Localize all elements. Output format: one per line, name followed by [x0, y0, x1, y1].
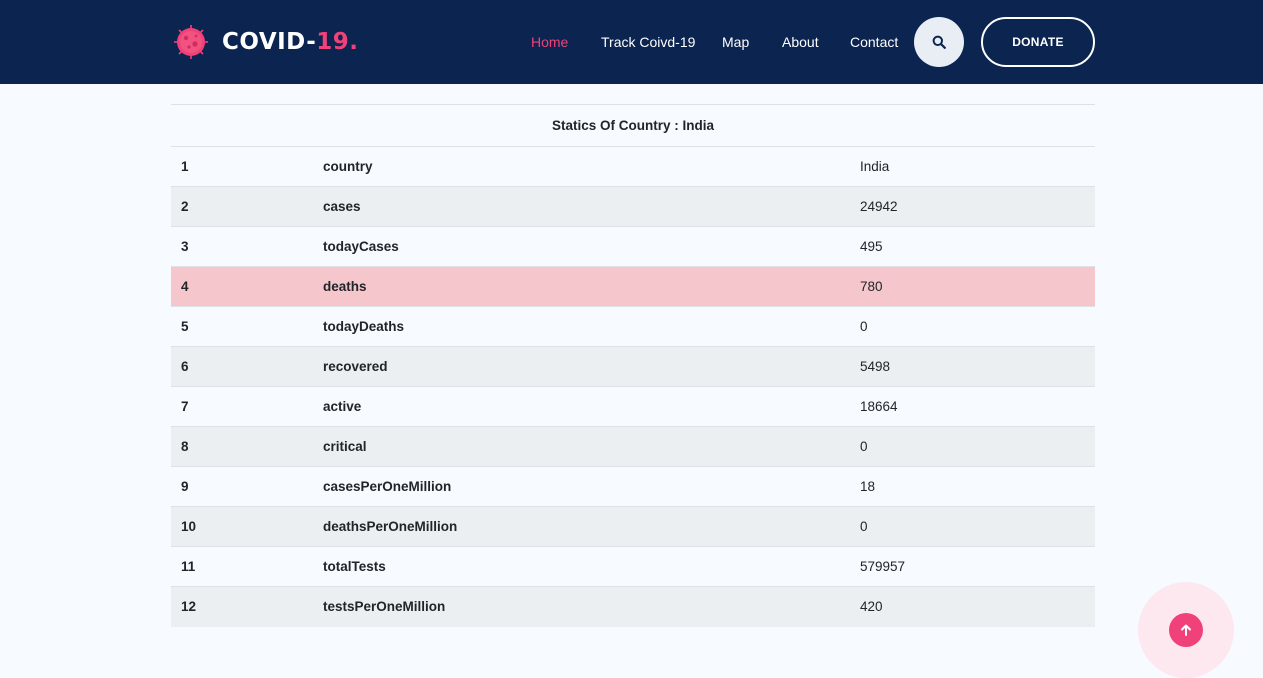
row-key: todayCases — [313, 226, 850, 267]
row-key: todayDeaths — [313, 306, 850, 347]
arrow-up-icon — [1181, 624, 1191, 636]
table-row: 11 totalTests 579957 — [171, 546, 1095, 587]
table-title: Statics Of Country : India — [171, 104, 1095, 147]
row-number: 10 — [171, 506, 313, 547]
table-row: 1 country India — [171, 147, 1095, 187]
row-number: 12 — [171, 586, 313, 627]
row-number: 2 — [171, 186, 313, 227]
row-number: 9 — [171, 466, 313, 507]
table-row: 12 testsPerOneMillion 420 — [171, 586, 1095, 627]
table-row: 4 deaths 780 — [171, 266, 1095, 307]
table-row: 10 deathsPerOneMillion 0 — [171, 506, 1095, 547]
row-value: India — [860, 159, 890, 174]
navbar: COVID-19. Home Track Coivd-19 Map About … — [0, 0, 1263, 84]
nav-item-about[interactable]: About — [782, 34, 819, 50]
table-row: 7 active 18664 — [171, 386, 1095, 427]
row-key: cases — [313, 186, 850, 227]
row-key: recovered — [313, 346, 850, 387]
row-key: critical — [313, 426, 850, 467]
row-number: 3 — [171, 226, 313, 267]
virus-logo-icon — [174, 25, 208, 59]
table-row: 5 todayDeaths 0 — [171, 306, 1095, 347]
row-key: active — [313, 386, 850, 427]
row-value: 18664 — [850, 386, 1095, 427]
row-number: 5 — [171, 306, 313, 347]
row-key: testsPerOneMillion — [313, 586, 850, 627]
nav-item-track-covid[interactable]: Track Coivd-19 — [601, 34, 695, 50]
table-body: 1 country India 2 cases 24942 3 todayCases 495 4 d… — [171, 147, 1095, 627]
row-number: 11 — [171, 546, 313, 587]
row-value: 420 — [850, 586, 1095, 627]
table-row: 6 recovered 5498 — [171, 346, 1095, 387]
donate-button[interactable]: DONATE — [981, 17, 1095, 67]
row-key: country — [323, 159, 373, 174]
brand-name-accent: 19. — [316, 29, 359, 55]
search-button[interactable] — [914, 17, 964, 67]
nav-item-contact[interactable]: Contact — [850, 34, 898, 50]
nav-item-map[interactable]: Map — [722, 34, 749, 50]
search-icon — [932, 35, 946, 49]
table-row: 8 critical 0 — [171, 426, 1095, 467]
brand-name-main: COVID- — [222, 29, 317, 55]
row-value: 0 — [850, 306, 1095, 347]
row-value: 579957 — [850, 546, 1095, 587]
row-value: 780 — [850, 266, 1095, 307]
row-number: 8 — [171, 426, 313, 467]
country-stats-table: Statics Of Country : India 1 country India… — [171, 104, 1095, 627]
row-number: 6 — [171, 346, 313, 387]
row-value: 0 — [850, 506, 1095, 547]
row-key: totalTests — [313, 546, 850, 587]
row-value: 18 — [850, 466, 1095, 507]
row-key: deaths — [313, 266, 850, 307]
row-value: 0 — [850, 426, 1095, 467]
brand[interactable]: COVID-19. — [173, 23, 359, 61]
row-number: 1 — [181, 159, 189, 174]
row-number: 7 — [171, 386, 313, 427]
row-key: deathsPerOneMillion — [313, 506, 850, 547]
row-number: 4 — [171, 266, 313, 307]
table-row: 9 casesPerOneMillion 18 — [171, 466, 1095, 507]
scroll-to-top-button[interactable] — [1169, 613, 1203, 647]
table-row: 2 cases 24942 — [171, 186, 1095, 227]
row-value: 5498 — [850, 346, 1095, 387]
row-key: casesPerOneMillion — [313, 466, 850, 507]
row-value: 24942 — [850, 186, 1095, 227]
nav-item-home[interactable]: Home — [531, 34, 568, 50]
table-row: 3 todayCases 495 — [171, 226, 1095, 267]
row-value: 495 — [850, 226, 1095, 267]
brand-name: COVID-19. — [222, 29, 359, 55]
